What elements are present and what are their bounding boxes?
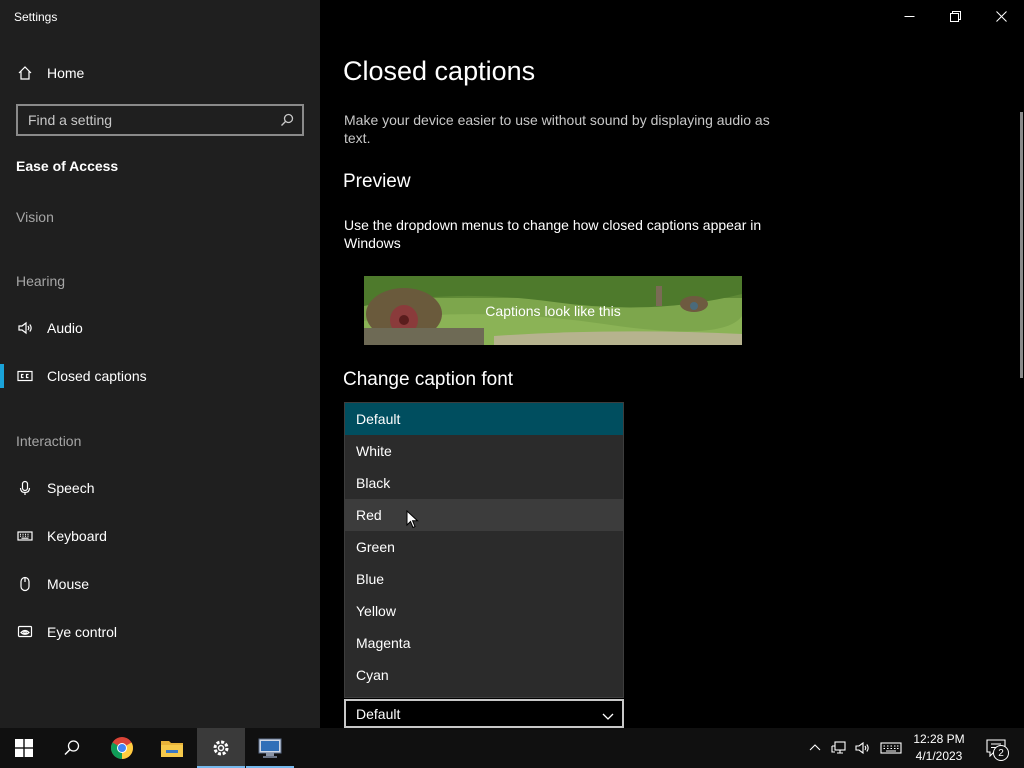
- sidebar-item-speech[interactable]: Speech: [0, 468, 320, 508]
- sidebar-item-label: Keyboard: [47, 528, 107, 544]
- network-button[interactable]: [829, 738, 849, 758]
- nav-home-label: Home: [47, 65, 85, 81]
- dropdown-option-cyan[interactable]: Cyan: [345, 659, 623, 691]
- search-input[interactable]: [18, 112, 272, 128]
- sidebar-item-closed-captions[interactable]: Closed captions: [0, 356, 320, 396]
- restore-button[interactable]: [932, 0, 978, 32]
- start-button[interactable]: [0, 728, 48, 768]
- close-button[interactable]: [978, 0, 1024, 32]
- search-icon: [64, 740, 80, 756]
- font-dropdown[interactable]: Default: [344, 699, 624, 728]
- taskbar: 12:28 PM 4/1/2023 2: [0, 728, 1024, 768]
- dropdown-option-yellow[interactable]: Yellow: [345, 595, 623, 627]
- dropdown-option-white[interactable]: White: [345, 435, 623, 467]
- taskbar-clock[interactable]: 12:28 PM 4/1/2023: [910, 731, 968, 765]
- close-icon: [995, 10, 1007, 22]
- taskbar-chrome-button[interactable]: [98, 728, 146, 768]
- dropdown-option-green[interactable]: Green: [345, 531, 623, 563]
- page-title: Closed captions: [343, 56, 536, 86]
- touch-keyboard-button[interactable]: [879, 738, 903, 758]
- dropdown-option-magenta[interactable]: Magenta: [345, 627, 623, 659]
- dropdown-option-default[interactable]: Default: [345, 403, 623, 435]
- group-header-hearing: Hearing: [16, 273, 66, 289]
- group-header-vision: Vision: [16, 209, 54, 225]
- page-description: Make your device easier to use without s…: [344, 112, 770, 146]
- mouse-icon: [16, 575, 34, 593]
- home-icon: [16, 64, 34, 82]
- font-heading: Change caption font: [343, 369, 514, 390]
- notification-badge: 2: [993, 745, 1009, 761]
- search-icon[interactable]: [272, 106, 302, 134]
- sidebar-item-keyboard[interactable]: Keyboard: [0, 516, 320, 556]
- folder-icon: [161, 741, 183, 757]
- dropdown-option-blue[interactable]: Blue: [345, 563, 623, 595]
- closed-captions-icon: [16, 367, 34, 385]
- sidebar-item-label: Audio: [47, 320, 83, 336]
- clock-date: 4/1/2023: [915, 749, 963, 763]
- volume-icon: [855, 741, 869, 755]
- action-center-button[interactable]: 2: [978, 728, 1014, 768]
- clock-time: 12:28 PM: [913, 732, 965, 746]
- search-box[interactable]: [16, 104, 304, 136]
- speaker-icon: [16, 319, 34, 337]
- color-dropdown-list[interactable]: Default White Black Red Green Blue Yello…: [344, 402, 624, 698]
- sidebar-item-label: Mouse: [47, 576, 90, 592]
- sidebar-item-mouse[interactable]: Mouse: [0, 564, 320, 604]
- taskbar-search-button[interactable]: [48, 728, 96, 768]
- eye-control-icon: [16, 623, 34, 641]
- restore-icon: [949, 10, 961, 22]
- sidebar: Settings Home Ease of Access Vision Hear…: [0, 0, 320, 728]
- sidebar-item-eye-control[interactable]: Eye control: [0, 612, 320, 652]
- preview-caption-text: Captions look like this: [485, 302, 621, 319]
- chevron-up-icon: [809, 744, 821, 751]
- show-hidden-icons-button[interactable]: [805, 738, 825, 758]
- sidebar-item-label: Eye control: [47, 624, 118, 640]
- gear-icon: [213, 740, 229, 756]
- dropdown-option-black[interactable]: Black: [345, 467, 623, 499]
- windows-logo-icon: [15, 739, 33, 757]
- keyboard-icon: [880, 742, 902, 754]
- keyboard-icon: [16, 527, 34, 545]
- window-title: Settings: [14, 10, 58, 24]
- sidebar-item-audio[interactable]: Audio: [0, 308, 320, 348]
- chevron-down-icon: [602, 709, 614, 721]
- remote-desktop-icon: [258, 738, 282, 758]
- group-header-interaction: Interaction: [16, 433, 82, 449]
- taskbar-settings-button[interactable]: [197, 728, 245, 768]
- taskbar-remote-desktop-button[interactable]: [246, 728, 294, 768]
- caption-preview: Captions look like this: [364, 276, 742, 345]
- font-dropdown-value: Default: [356, 705, 401, 722]
- dropdown-option-red[interactable]: Red: [345, 499, 623, 531]
- volume-button[interactable]: [852, 738, 872, 758]
- network-icon: [831, 741, 846, 754]
- minimize-icon: [904, 15, 914, 17]
- mouse-cursor-icon: [406, 510, 419, 529]
- preview-heading: Preview: [343, 171, 411, 192]
- sidebar-item-label: Speech: [47, 480, 95, 496]
- minimize-button[interactable]: [886, 0, 932, 32]
- preview-description: Use the dropdown menus to change how clo…: [344, 217, 762, 251]
- taskbar-file-explorer-button[interactable]: [148, 728, 196, 768]
- nav-home[interactable]: Home: [0, 56, 320, 90]
- microphone-icon: [16, 479, 34, 497]
- sidebar-item-label: Closed captions: [47, 368, 147, 384]
- main-content: Closed captions Make your device easier …: [320, 0, 1024, 728]
- section-title: Ease of Access: [16, 158, 119, 174]
- chrome-icon: [111, 737, 133, 759]
- scrollbar[interactable]: [1020, 112, 1023, 378]
